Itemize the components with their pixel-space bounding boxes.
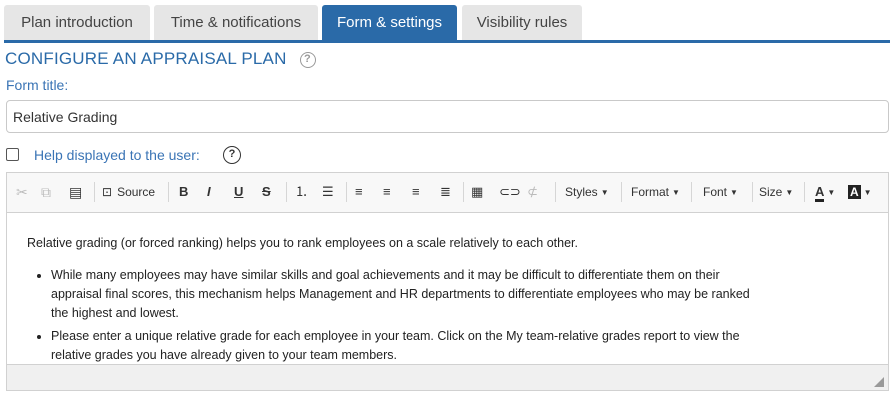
table-icon[interactable]: ▦: [471, 182, 483, 202]
size-dropdown[interactable]: Size ▼: [759, 182, 793, 202]
source-icon: ⊡: [102, 185, 113, 199]
chevron-down-icon: ▼: [600, 188, 609, 197]
page-title-text: CONFIGURE AN APPRAISAL PLAN: [5, 49, 287, 68]
italic-icon[interactable]: I: [207, 182, 211, 202]
toolbar-separator: [463, 182, 464, 202]
help-checkbox[interactable]: [6, 148, 19, 161]
numbered-list-icon[interactable]: ⒈: [295, 182, 308, 202]
font-label: Font: [703, 185, 728, 199]
font-dropdown[interactable]: Font ▼: [703, 182, 738, 202]
align-center-icon[interactable]: ≡: [383, 182, 391, 202]
toolbar-separator: [168, 182, 169, 202]
content-paragraph: Relative grading (or forced ranking) hel…: [27, 236, 578, 250]
strikethrough-icon[interactable]: S: [262, 182, 271, 202]
rich-text-editor: ✂ ⧉ ▤ ⊡ Source B I U S ⒈ ☰ ≡ ≡ ≡ ≣ ▦ ⊂⊃ ⊄…: [6, 172, 889, 391]
help-icon[interactable]: ?: [299, 52, 316, 68]
resize-grip-icon[interactable]: [874, 377, 884, 387]
underline-icon[interactable]: U: [234, 182, 243, 202]
tab-bar: Plan introduction Time & notifications F…: [0, 0, 894, 43]
align-right-icon[interactable]: ≡: [412, 182, 420, 202]
bold-icon[interactable]: B: [179, 182, 188, 202]
format-label: Format: [631, 185, 670, 199]
list-item: While many employees may have similar sk…: [51, 266, 759, 323]
toolbar-separator: [286, 182, 287, 202]
chevron-down-icon: ▼: [730, 188, 738, 197]
format-dropdown[interactable]: Format ▼: [631, 182, 680, 202]
size-label: Size: [759, 185, 783, 199]
toolbar-separator: [346, 182, 347, 202]
bulleted-list-icon[interactable]: ☰: [322, 182, 334, 202]
tab-form-settings[interactable]: Form & settings: [322, 5, 457, 40]
toolbar-separator: [752, 182, 753, 202]
toolbar-separator: [804, 182, 805, 202]
unlink-icon[interactable]: ⊄: [527, 182, 538, 202]
source-label: Source: [117, 185, 156, 199]
cut-icon[interactable]: ✂: [16, 182, 28, 202]
paste-text-icon[interactable]: ▤: [69, 182, 82, 202]
tab-underline: [4, 40, 890, 43]
link-icon[interactable]: ⊂⊃: [499, 182, 521, 202]
content-bullet-list: While many employees may have similar sk…: [29, 266, 759, 369]
align-left-icon[interactable]: ≡: [355, 182, 363, 202]
tab-time-notifications[interactable]: Time & notifications: [154, 5, 318, 40]
help-icon[interactable]: ?: [223, 146, 241, 164]
styles-dropdown[interactable]: Styles ▼: [565, 182, 609, 202]
form-title-input[interactable]: [6, 100, 889, 133]
styles-label: Styles: [565, 185, 598, 199]
chevron-down-icon: ▼: [672, 188, 680, 197]
toolbar-separator: [94, 182, 95, 202]
tab-plan-introduction[interactable]: Plan introduction: [4, 5, 150, 40]
form-title-label: Form title:: [6, 77, 69, 93]
help-label: Help displayed to the user:: [34, 147, 200, 163]
editor-statusbar: [7, 364, 888, 390]
chevron-down-icon: ▼: [785, 188, 794, 197]
editor-content[interactable]: Relative grading (or forced ranking) hel…: [7, 214, 888, 364]
toolbar-separator: [621, 182, 622, 202]
page-title: CONFIGURE AN APPRAISAL PLAN ?: [5, 49, 316, 69]
justify-icon[interactable]: ≣: [440, 182, 451, 202]
toolbar-separator: [691, 182, 692, 202]
copy-icon[interactable]: ⧉: [41, 182, 51, 202]
background-color-icon[interactable]: A ▼: [848, 182, 872, 202]
list-item: Please enter a unique relative grade for…: [51, 327, 759, 365]
source-button[interactable]: ⊡ Source: [102, 182, 155, 202]
text-color-icon[interactable]: A ▼: [815, 182, 835, 202]
toolbar-separator: [555, 182, 556, 202]
editor-toolbar: ✂ ⧉ ▤ ⊡ Source B I U S ⒈ ☰ ≡ ≡ ≡ ≣ ▦ ⊂⊃ ⊄…: [7, 173, 888, 213]
tab-visibility-rules[interactable]: Visibility rules: [462, 5, 582, 40]
